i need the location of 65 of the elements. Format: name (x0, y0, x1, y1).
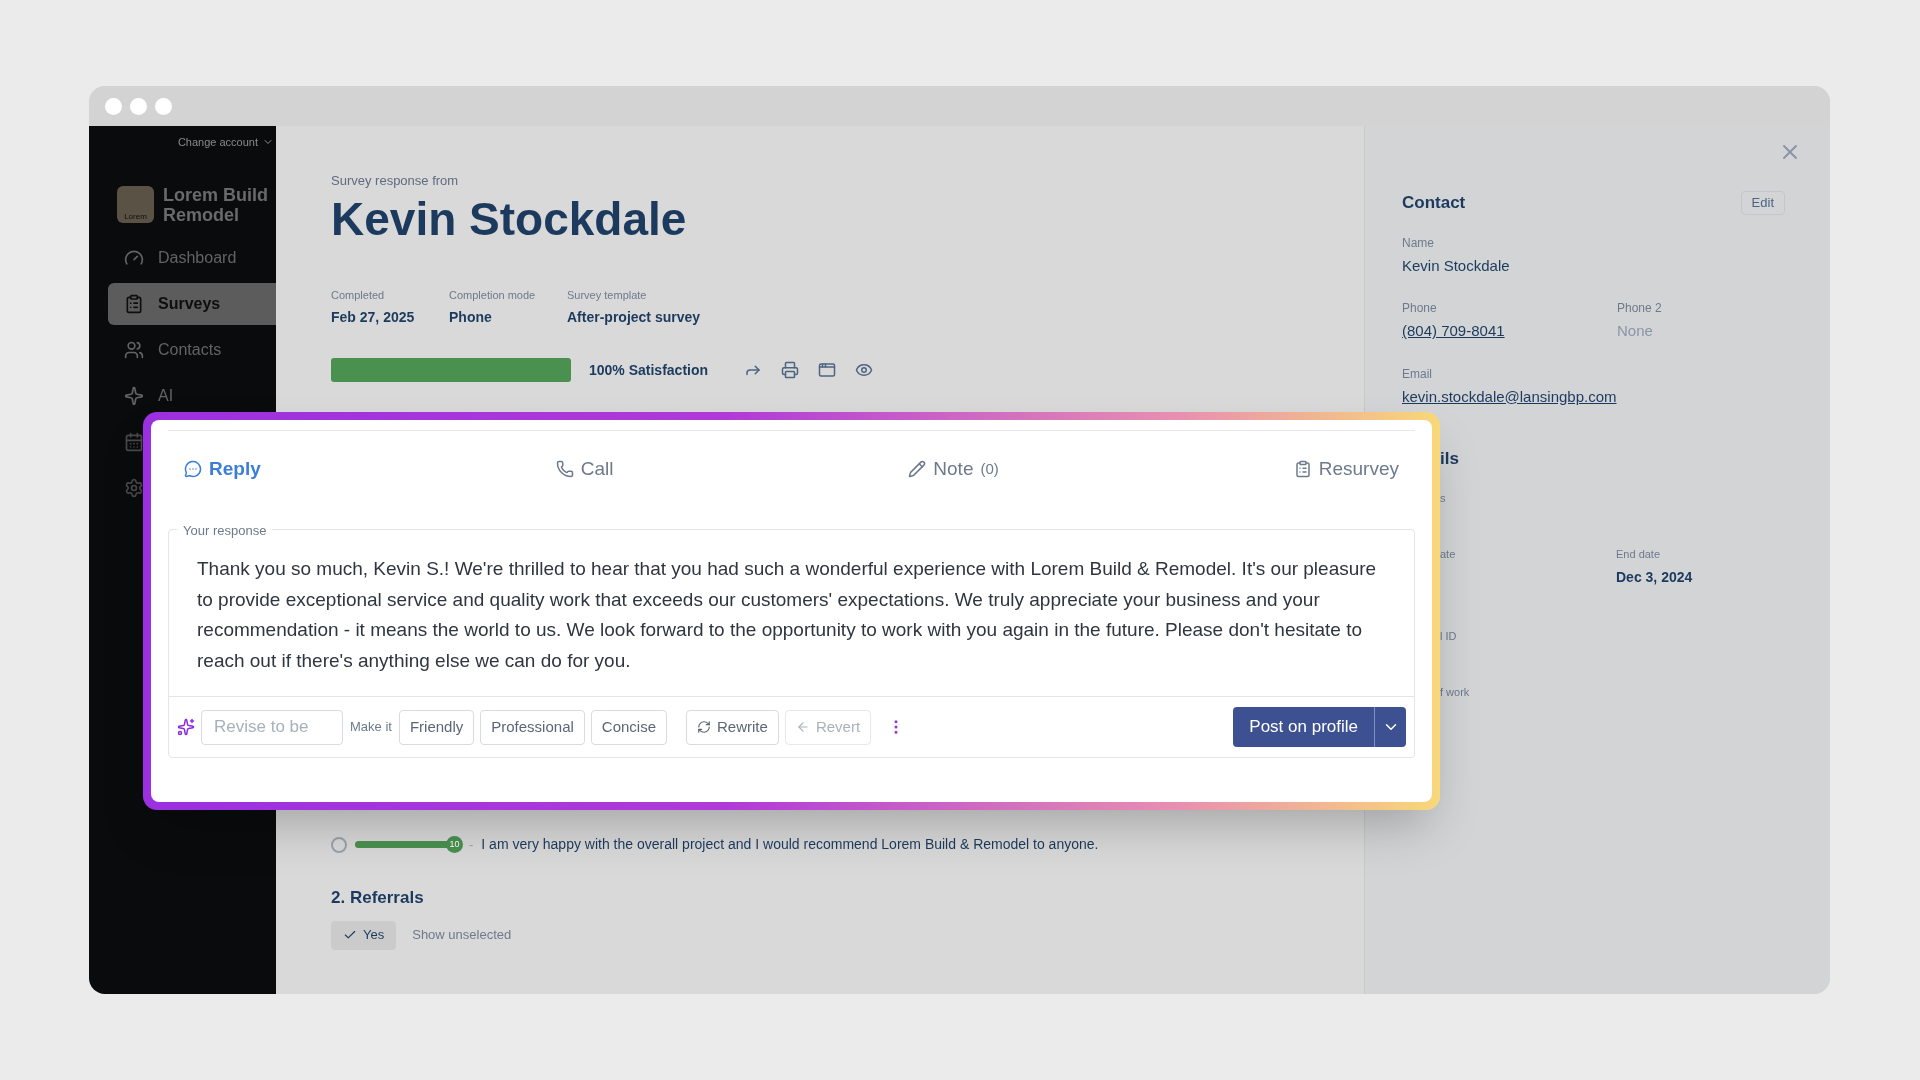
sparkles-icon (177, 718, 195, 736)
meta-label: Completion mode (449, 287, 537, 303)
field-label: Phone (1402, 300, 1438, 317)
field-label: Phone 2 (1617, 300, 1663, 317)
meta-value: Feb 27, 2025 (331, 308, 416, 327)
dialog-tab[interactable]: Call (555, 454, 614, 484)
company-name: Lorem Build (163, 184, 268, 205)
calendar-icon[interactable] (124, 431, 144, 452)
edit-button[interactable]: Edit (1740, 190, 1785, 215)
print-icon[interactable] (781, 361, 800, 379)
sidebar-item[interactable]: Contacts (108, 328, 276, 371)
pencil-icon (908, 460, 927, 478)
meta-label: Completed (331, 287, 386, 303)
field-label: l ID (1440, 628, 1458, 644)
make-it-label: Make it (350, 718, 392, 737)
tone-button[interactable]: Concise (590, 709, 667, 745)
sparkle-icon (124, 385, 144, 406)
company-name: Remodel (163, 204, 241, 225)
field-label: f work (1440, 685, 1471, 700)
sidebar-item[interactable]: AI (108, 374, 276, 417)
sidebar-item[interactable]: Dashboard (108, 236, 276, 279)
dialog-tab[interactable]: Reply (184, 454, 261, 484)
tone-button[interactable]: Friendly (398, 709, 475, 745)
tone-button[interactable]: Professional (480, 709, 585, 745)
check-icon (343, 928, 357, 942)
field-value: None (1617, 321, 1654, 341)
account-switch-label[interactable]: Change account (177, 134, 258, 151)
refresh-icon (697, 720, 711, 734)
contact-link[interactable]: (804) 709-8041 (1402, 320, 1617, 343)
field-value: Kevin Stockdale (1402, 255, 1511, 276)
field-label: s (1440, 490, 1447, 506)
question-title: 2. Referrals (331, 887, 425, 909)
sidebar-item[interactable]: Surveys (108, 282, 276, 325)
post-options-button[interactable] (1374, 707, 1406, 747)
logo-text: Lorem (124, 213, 147, 221)
separator-dash: - (469, 835, 474, 854)
meta-label: Survey template (567, 287, 648, 303)
answer-chip: Yes (331, 920, 397, 950)
score-thumb[interactable]: 10 (446, 836, 463, 853)
comment-text: I am very happy with the overall project and I would recommend Lorem Build & Remodel to anyone. (481, 835, 1099, 854)
phone-icon (555, 460, 574, 478)
dialog-tab[interactable]: Resurvey (1293, 454, 1399, 484)
people-icon (124, 339, 144, 360)
field-label: ate (1440, 547, 1457, 562)
rewrite-button[interactable]: Rewrite (686, 709, 779, 745)
field-label: Name (1402, 234, 1435, 252)
meta-value: After-project survey (567, 308, 701, 327)
settings-icon[interactable] (124, 477, 144, 498)
field-value: Dec 3, 2024 (1616, 567, 1694, 587)
show-unselected-link[interactable]: Show unselected (412, 925, 512, 945)
contact-link[interactable]: kevin.stockdale@lansingbp.com (1402, 385, 1785, 408)
dialog-tab[interactable]: Note (0) (908, 454, 999, 484)
arrow-left-icon (795, 720, 810, 734)
revise-input[interactable]: Revise to be (201, 709, 343, 745)
eyebrow-text: Survey response from (331, 172, 460, 190)
chat-bubble-icon (184, 460, 202, 478)
section-heading: ils (1440, 448, 1460, 470)
field-label: End date (1616, 547, 1662, 562)
meta-value: Phone (449, 308, 493, 327)
field-label: Email (1402, 365, 1433, 383)
eye-icon[interactable] (855, 361, 874, 379)
respondent-name: Kevin Stockdale (331, 191, 688, 247)
panel-title: Contact (1402, 192, 1466, 214)
post-button[interactable]: Post on profile (1233, 707, 1374, 747)
satisfaction-reading: 100% Satisfaction (589, 360, 709, 380)
